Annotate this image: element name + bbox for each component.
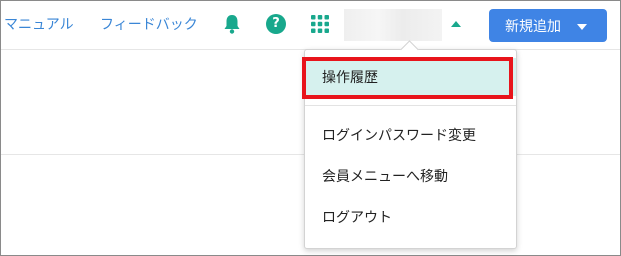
- menu-item-member-menu[interactable]: 会員メニューへ移動: [305, 157, 516, 195]
- menu-item-change-password[interactable]: ログインパスワード変更: [305, 116, 516, 154]
- account-menu-toggle[interactable]: [344, 9, 442, 41]
- menu-item-label: 操作履歴: [322, 70, 378, 86]
- apps-grid-icon[interactable]: [311, 15, 329, 33]
- feedback-link[interactable]: フィードバック: [100, 14, 198, 34]
- menu-separator: [305, 105, 516, 106]
- add-new-button-label: 新規追加: [505, 19, 561, 35]
- help-circle-icon[interactable]: ?: [266, 14, 286, 34]
- menu-item-label: 会員メニューへ移動: [322, 169, 448, 185]
- menu-item-operation-history[interactable]: 操作履歴: [305, 58, 516, 96]
- caret-up-icon[interactable]: [451, 21, 461, 27]
- menu-item-logout[interactable]: ログアウト: [305, 198, 516, 236]
- menu-item-label: ログアウト: [322, 210, 392, 226]
- account-dropdown-menu: 操作履歴 ログインパスワード変更 会員メニューへ移動 ログアウト: [304, 40, 517, 249]
- add-new-button[interactable]: 新規追加: [489, 9, 607, 42]
- manual-link[interactable]: マニュアル: [4, 14, 74, 34]
- caret-down-icon: [577, 24, 587, 30]
- bell-icon[interactable]: [222, 13, 242, 35]
- menu-item-label: ログインパスワード変更: [322, 128, 476, 144]
